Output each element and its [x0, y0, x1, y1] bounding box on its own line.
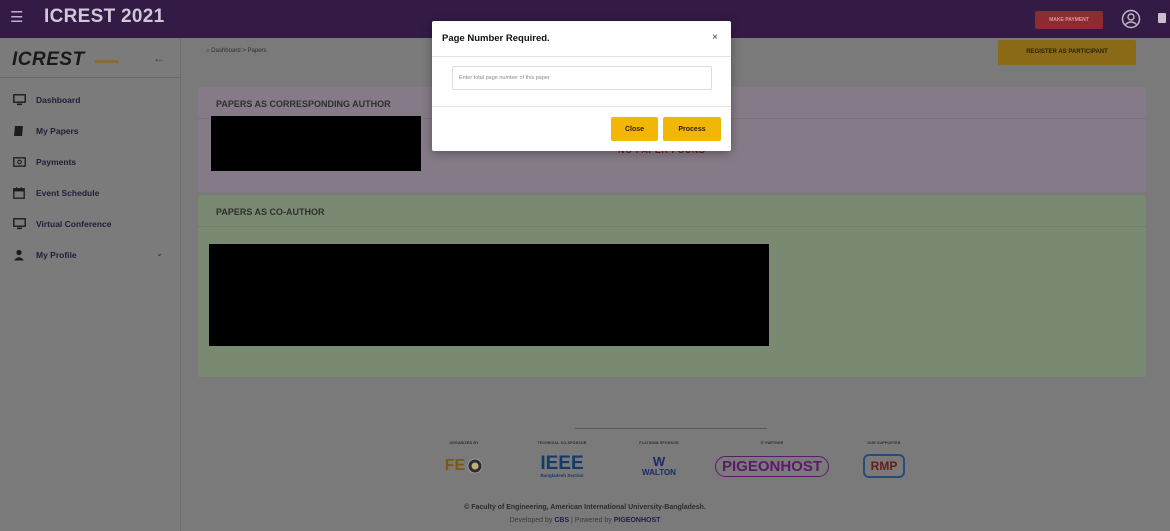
modal-footer-divider: [432, 106, 731, 107]
user-icon: [12, 248, 26, 262]
money-icon: [12, 155, 26, 169]
sponsor-caption: TECHNICAL CO-SPONSOR: [537, 441, 587, 445]
close-icon[interactable]: ×: [712, 32, 718, 43]
sidebar-item-label: Virtual Conference: [36, 218, 112, 229]
breadcrumb: ⌂ Dashboard > Papers: [206, 48, 267, 54]
modal-header-divider: [432, 56, 731, 57]
sidebar-item-my-profile[interactable]: My Profile ⌄: [0, 239, 181, 270]
sponsor-organizer: ORGANIZED BY FE: [432, 441, 496, 483]
sponsor-walton: PLATINUM SPONSOR W WALTON: [626, 441, 692, 483]
monitor-icon: [12, 93, 26, 107]
sponsor-ieee: TECHNICAL CO-SPONSOR IEEE Bangladesh Sec…: [520, 441, 604, 483]
calendar-icon: [12, 186, 26, 200]
card-title: PAPERS AS CO-AUTHOR: [216, 207, 325, 217]
collapse-sidebar-icon[interactable]: ←: [153, 51, 165, 65]
breadcrumb-separator: >: [242, 48, 246, 54]
hamburger-menu-icon[interactable]: ☰: [10, 9, 28, 27]
sidebar-item-event-schedule[interactable]: Event Schedule: [0, 177, 181, 208]
register-as-participant-button[interactable]: REGISTER AS PARTICIPANT: [998, 40, 1136, 65]
footer-divider: [575, 428, 767, 429]
sponsor-caption: OUR SUPPORTER: [867, 441, 901, 445]
sponsor-pigeonhost: IT PARTNER PIGEONHOST: [714, 441, 830, 483]
sidebar-item-my-papers[interactable]: My Papers: [0, 115, 181, 146]
walton-logo[interactable]: W WALTON: [626, 449, 692, 483]
make-payment-button[interactable]: MAKE PAYMENT: [1035, 11, 1103, 29]
sidebar-item-virtual-conference[interactable]: Virtual Conference: [0, 208, 181, 239]
fe-logo[interactable]: FE: [432, 449, 496, 483]
sidebar-item-label: Payments: [36, 156, 77, 167]
more-options-icon[interactable]: [1158, 13, 1166, 23]
developed-by-prefix: Developed by: [509, 517, 555, 524]
powered-by-link[interactable]: PIGEONHOST: [614, 517, 661, 524]
coauthor-card: PAPERS AS CO-AUTHOR: [198, 195, 1146, 377]
developed-by-line: Developed by CBS | Powered by PIGEONHOST: [0, 517, 1170, 524]
sponsor-caption: PLATINUM SPONSOR: [639, 441, 679, 445]
rmp-logo-text: RMP: [862, 454, 906, 478]
home-icon: ⌂: [206, 48, 210, 54]
monitor-icon: [12, 217, 26, 231]
logo-accent: [95, 60, 119, 63]
ieee-section-text: Bangladesh Section: [540, 472, 584, 478]
breadcrumb-dashboard[interactable]: Dashboard: [211, 48, 240, 54]
user-circle-icon[interactable]: [1121, 9, 1141, 29]
app-title: ICREST 2021: [44, 6, 165, 27]
sidebar: ICREST ← Dashboard My Papers Payments Ev…: [0, 38, 181, 531]
sidebar-item-dashboard[interactable]: Dashboard: [0, 84, 181, 115]
copyright-text: © Faculty of Engineering, American Inter…: [464, 504, 706, 511]
close-button[interactable]: Close: [611, 117, 658, 141]
sidebar-item-label: My Profile: [36, 249, 77, 260]
chevron-down-icon[interactable]: ⌄: [156, 249, 163, 258]
fe-logo-text: FE: [444, 457, 466, 474]
page-number-input[interactable]: [452, 66, 712, 90]
pigeonhost-logo-text: PIGEONHOST: [714, 455, 829, 477]
sidebar-nav: Dashboard My Papers Payments Event Sched…: [0, 84, 181, 270]
card-divider: [198, 226, 1146, 227]
sponsor-caption: IT PARTNER: [760, 441, 784, 445]
page-number-modal: Page Number Required. × Close Process: [432, 21, 731, 151]
breadcrumb-current: Papers: [247, 48, 267, 54]
ieee-logo-text: IEEE: [540, 452, 584, 474]
sponsor-caption: ORGANIZED BY: [449, 441, 479, 445]
walton-logo-text: WALTON: [642, 467, 676, 477]
sidebar-item-label: Dashboard: [36, 94, 81, 105]
redacted-block: [209, 244, 769, 346]
sidebar-logo-row: ICREST ←: [0, 38, 181, 78]
sidebar-item-label: Event Schedule: [36, 187, 100, 198]
ieee-logo[interactable]: IEEE Bangladesh Section: [520, 449, 604, 483]
process-button[interactable]: Process: [663, 117, 721, 141]
sidebar-item-payments[interactable]: Payments: [0, 146, 181, 177]
sponsor-rmp: OUR SUPPORTER RMP: [852, 441, 916, 483]
modal-title: Page Number Required.: [442, 33, 550, 44]
walton-w-mark: W: [652, 453, 666, 469]
card-title: PAPERS AS CORRESPONDING AUTHOR: [216, 99, 391, 109]
developer-link[interactable]: CBS: [554, 517, 569, 524]
powered-by-prefix: | Powered by: [569, 517, 614, 524]
rmp-logo[interactable]: RMP: [852, 449, 916, 483]
icrest-logo[interactable]: ICREST: [12, 49, 85, 71]
sidebar-item-label: My Papers: [36, 125, 79, 136]
book-icon: [12, 124, 26, 138]
redacted-block: [211, 116, 421, 171]
pigeonhost-logo[interactable]: PIGEONHOST: [714, 449, 830, 483]
